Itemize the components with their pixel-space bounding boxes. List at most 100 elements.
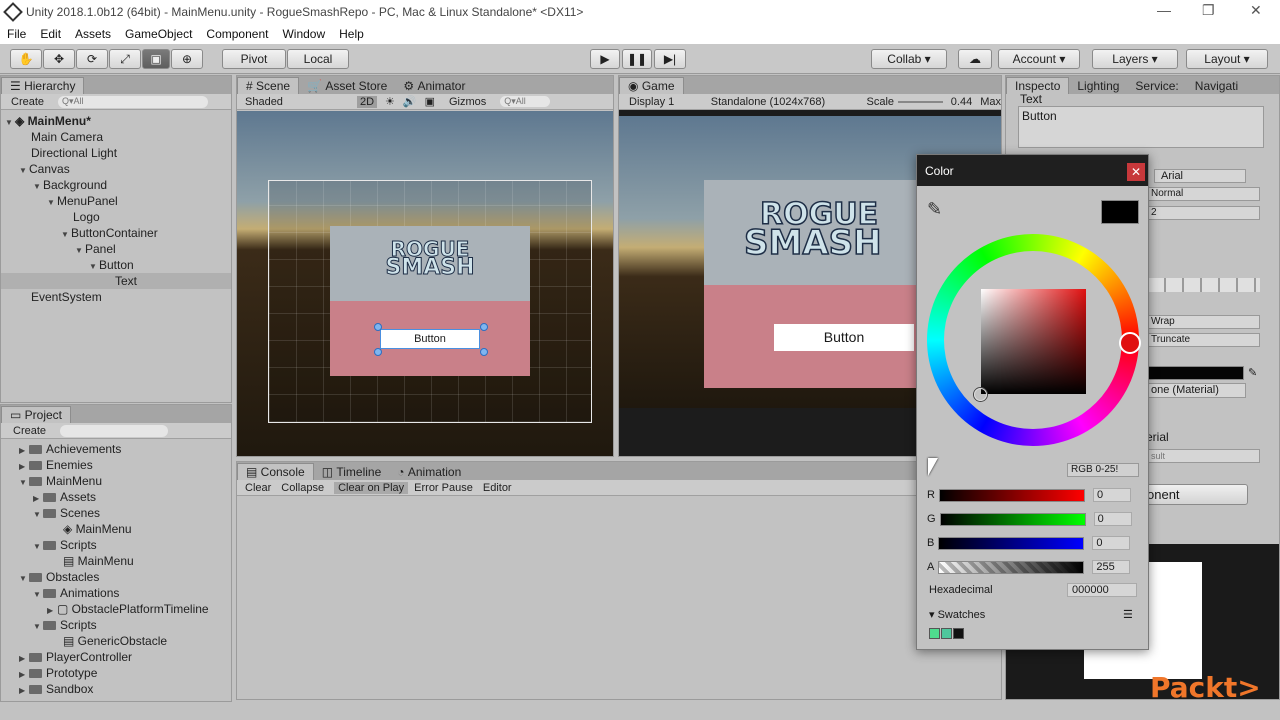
project-search-input[interactable]: [60, 424, 169, 437]
hierarchy-item-panel[interactable]: ▼ Panel: [1, 241, 231, 257]
hierarchy-item-buttoncontainer[interactable]: ▼ ButtonContainer: [1, 225, 231, 241]
alpha-slider[interactable]: [938, 560, 1085, 574]
tab-asset-store[interactable]: 🛒 Asset Store: [299, 77, 395, 94]
font-size-field[interactable]: 2: [1146, 206, 1260, 220]
swatch-3[interactable]: [953, 628, 964, 639]
red-field[interactable]: 0: [1092, 488, 1131, 502]
eyedropper-small-icon[interactable]: ✎: [1248, 366, 1257, 379]
step-icon[interactable]: ▶|: [654, 49, 686, 69]
project-folder-playercontroller[interactable]: ▶ PlayerController: [1, 649, 231, 665]
font-style-dropdown[interactable]: Normal: [1146, 187, 1260, 201]
material-shader-dropdown[interactable]: sult: [1146, 449, 1260, 463]
scene-ui-button[interactable]: Button: [380, 329, 480, 349]
collab-button[interactable]: Collab ▾: [871, 49, 947, 69]
hierarchy-item-text-selected[interactable]: Text: [1, 273, 231, 289]
resolution-dropdown[interactable]: Standalone (1024x768): [711, 96, 867, 108]
saturation-value-square[interactable]: [981, 289, 1086, 394]
project-create-button[interactable]: Create: [13, 425, 46, 437]
swatch-2[interactable]: [941, 628, 952, 639]
hierarchy-item-directional-light[interactable]: Directional Light: [1, 145, 231, 161]
hue-handle[interactable]: [1119, 332, 1141, 354]
project-folder-sandbox[interactable]: ▶ Sandbox: [1, 681, 231, 697]
blue-slider[interactable]: [938, 536, 1085, 550]
rect-handle-bl[interactable]: [374, 348, 382, 356]
hierarchy-item-eventsystem[interactable]: EventSystem: [1, 289, 231, 305]
hierarchy-search-input[interactable]: Q▾All: [58, 95, 209, 108]
project-file-mainmenu-scene[interactable]: ◈ MainMenu: [1, 521, 231, 537]
project-file-timeline[interactable]: ▶ ▢ ObstaclePlatformTimeline: [1, 601, 231, 617]
rect-handle-br[interactable]: [480, 348, 488, 356]
account-button[interactable]: Account ▾: [998, 49, 1080, 69]
hierarchy-item-button[interactable]: ▼ Button: [1, 257, 231, 273]
maximize-icon[interactable]: ❐: [1202, 2, 1215, 19]
color-field[interactable]: [1148, 366, 1244, 380]
rotate-tool-icon[interactable]: ⟳: [76, 49, 108, 69]
swatch-1[interactable]: [929, 628, 940, 639]
hierarchy-item-background[interactable]: ▼ Background: [1, 177, 231, 193]
tab-console[interactable]: ▤ Console: [237, 463, 314, 480]
tab-project[interactable]: ▭ Project: [1, 406, 72, 423]
play-icon[interactable]: ▶: [590, 49, 620, 69]
console-collapse-button[interactable]: Collapse: [281, 482, 334, 494]
tab-navigation[interactable]: Navigati: [1187, 77, 1246, 94]
pivot-button[interactable]: Pivot: [222, 49, 286, 69]
project-folder-scripts[interactable]: ▼ Scripts: [1, 537, 231, 553]
console-editor-dropdown[interactable]: Editor: [483, 482, 512, 494]
menu-help[interactable]: Help: [332, 27, 371, 41]
tab-game[interactable]: ◉ Game: [619, 77, 684, 94]
tab-animator[interactable]: ⚙ Animator: [395, 77, 473, 94]
blue-field[interactable]: 0: [1092, 536, 1131, 550]
menu-edit[interactable]: Edit: [33, 27, 68, 41]
menu-component[interactable]: Component: [199, 27, 275, 41]
font-field[interactable]: Arial: [1154, 169, 1246, 183]
alpha-field[interactable]: 255: [1092, 560, 1131, 574]
local-button[interactable]: Local: [287, 49, 349, 69]
project-folder-mainmenu[interactable]: ▼ MainMenu: [1, 473, 231, 489]
tab-lighting[interactable]: Lighting: [1069, 77, 1127, 94]
audio-toggle-icon[interactable]: 🔊: [403, 95, 417, 108]
hierarchy-item-menupanel[interactable]: ▼ MenuPanel: [1, 193, 231, 209]
red-slider[interactable]: [938, 488, 1085, 502]
sv-handle[interactable]: [974, 388, 987, 401]
project-folder-scenes[interactable]: ▼ Scenes: [1, 505, 231, 521]
swatches-menu-icon[interactable]: ☰: [1123, 608, 1133, 621]
scene-viewport[interactable]: ROGUE SMASH Button: [237, 111, 613, 456]
layers-button[interactable]: Layers ▾: [1092, 49, 1178, 69]
minimize-icon[interactable]: —: [1157, 2, 1171, 18]
material-field[interactable]: one (Material): [1146, 383, 1246, 398]
console-clear-on-play-button[interactable]: Clear on Play: [334, 481, 409, 494]
project-folder-enemies[interactable]: ▶ Enemies: [1, 457, 231, 473]
hierarchy-item-canvas[interactable]: ▼ Canvas: [1, 161, 231, 177]
2d-toggle[interactable]: 2D: [357, 95, 377, 108]
scale-tool-icon[interactable]: ⤢: [109, 49, 141, 69]
cloud-icon[interactable]: ☁: [958, 49, 992, 69]
tab-timeline[interactable]: ◫ Timeline: [314, 463, 390, 480]
gizmos-dropdown[interactable]: Gizmos: [449, 96, 486, 108]
close-color-picker-button[interactable]: ✕: [1127, 163, 1145, 181]
scene-search-input[interactable]: Q▾All: [500, 96, 551, 107]
scale-slider[interactable]: [898, 100, 943, 103]
light-toggle-icon[interactable]: ☀: [385, 95, 395, 108]
color-picker-titlebar[interactable]: Color: [917, 155, 1148, 186]
hierarchy-create-button[interactable]: Create: [11, 96, 44, 108]
text-area[interactable]: Button: [1018, 106, 1264, 148]
rect-handle-tl[interactable]: [374, 323, 382, 331]
project-folder-assets[interactable]: ▶ Assets: [1, 489, 231, 505]
green-slider[interactable]: [939, 512, 1086, 526]
maximize-on-play-toggle[interactable]: Max: [980, 96, 1001, 108]
effects-toggle-icon[interactable]: ▣: [425, 95, 435, 108]
green-field[interactable]: 0: [1093, 512, 1132, 526]
project-folder-animations[interactable]: ▼ Animations: [1, 585, 231, 601]
tab-scene[interactable]: # Scene: [237, 77, 300, 94]
menu-gameobject[interactable]: GameObject: [118, 27, 199, 41]
move-tool-icon[interactable]: ✥: [43, 49, 75, 69]
vertical-overflow-dropdown[interactable]: Truncate: [1146, 333, 1260, 347]
color-mode-dropdown[interactable]: RGB 0-25!: [1067, 463, 1139, 477]
project-folder-obstacles[interactable]: ▼ Obstacles: [1, 569, 231, 585]
console-error-pause-button[interactable]: Error Pause: [408, 482, 483, 494]
project-file-mainmenu-script[interactable]: ▤ MainMenu: [1, 553, 231, 569]
swatches-header[interactable]: ▾ Swatches: [929, 608, 985, 621]
horizontal-overflow-dropdown[interactable]: Wrap: [1146, 315, 1260, 329]
layout-button[interactable]: Layout ▾: [1186, 49, 1268, 69]
eyedropper-icon[interactable]: ✎: [927, 199, 942, 220]
